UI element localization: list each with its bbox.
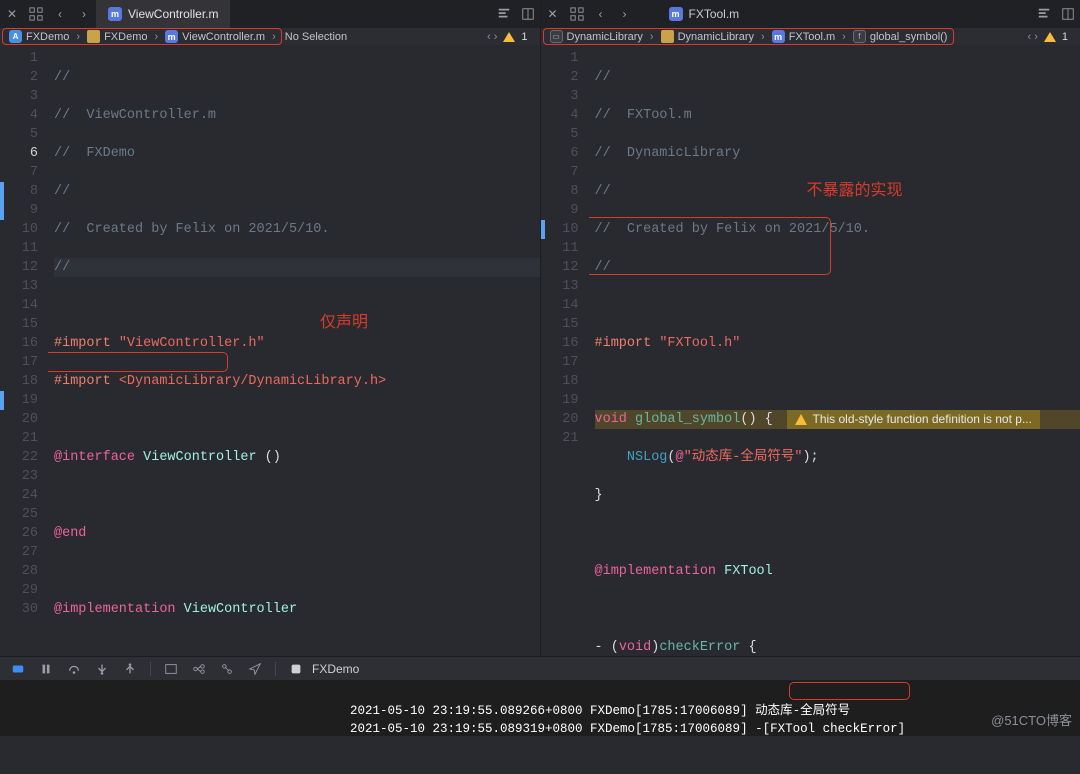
breadcrumb-highlight-box: ▭DynamicLibrary DynamicLibrary mFXTool.m… [543, 28, 955, 45]
breadcrumb-symbol[interactable]: fglobal_symbol() [850, 30, 951, 43]
breadcrumb-project[interactable]: ▭DynamicLibrary [547, 30, 646, 43]
breadcrumb-project[interactable]: AFXDemo [6, 30, 72, 43]
breadcrumb-folder[interactable]: FXDemo [84, 30, 150, 43]
left-tabbar: ✕ ‹ › m ViewController.m [0, 0, 540, 28]
step-out-icon[interactable] [118, 659, 142, 679]
scheme-icon[interactable] [284, 659, 308, 679]
step-over-icon[interactable] [62, 659, 86, 679]
close-tab-icon[interactable]: ✕ [0, 0, 24, 28]
m-file-icon: m [108, 7, 122, 21]
nav-arrows[interactable]: ‹ › [1027, 31, 1043, 43]
left-editor-pane: ✕ ‹ › m ViewController.m AFXDemo FXDemo … [0, 0, 541, 656]
red-highlight-console [789, 682, 910, 700]
minimap-icon[interactable] [492, 0, 516, 28]
red-highlight-global-symbol [48, 352, 228, 372]
inline-warning-right[interactable]: This old-style function definition is no… [787, 410, 1040, 429]
left-editor[interactable]: 1234567891011121314151617181920212223242… [0, 45, 540, 656]
minimap-icon[interactable] [1032, 0, 1056, 28]
related-items-icon[interactable] [565, 0, 589, 28]
memory-graph-icon[interactable] [187, 659, 211, 679]
issue-count: 1 [1056, 31, 1074, 43]
left-tab-active[interactable]: m ViewController.m [96, 0, 230, 28]
env-overrides-icon[interactable] [215, 659, 239, 679]
right-editor[interactable]: 123456789101112131415161718192021 // // … [541, 45, 1080, 656]
red-highlight-global-impl [589, 217, 831, 275]
warning-icon[interactable] [503, 32, 515, 42]
breadcrumb-highlight-box: AFXDemo FXDemo mViewController.m [2, 28, 282, 45]
nav-arrows[interactable]: ‹ › [487, 31, 503, 43]
left-breadcrumb: AFXDemo FXDemo mViewController.m No Sele… [0, 28, 540, 45]
debug-view-icon[interactable] [159, 659, 183, 679]
debug-toolbar: FXDemo [0, 656, 1080, 680]
right-gutter: 123456789101112131415161718192021 [545, 45, 589, 656]
nav-back-icon[interactable]: ‹ [589, 0, 613, 28]
scheme-name[interactable]: FXDemo [312, 662, 359, 676]
tab-title: FXTool.m [689, 7, 740, 21]
breadcrumb-file[interactable]: mFXTool.m [769, 30, 838, 43]
related-items-icon[interactable] [24, 0, 48, 28]
watermark: @51CTO博客 [991, 712, 1072, 730]
tab-title: ViewController.m [128, 7, 218, 21]
location-icon[interactable] [243, 659, 267, 679]
toggle-debug-icon[interactable] [6, 659, 30, 679]
right-editor-pane: ✕ ‹ › m FXTool.m ▭DynamicLibrary Dynamic… [541, 0, 1080, 656]
right-tabbar: ✕ ‹ › m FXTool.m [541, 0, 1080, 28]
breadcrumb-folder[interactable]: DynamicLibrary [658, 30, 757, 43]
adjust-editor-icon[interactable] [516, 0, 540, 28]
nav-forward-icon[interactable]: › [613, 0, 637, 28]
close-tab-icon[interactable]: ✕ [541, 0, 565, 28]
pause-icon[interactable] [34, 659, 58, 679]
m-file-icon: m [669, 7, 683, 21]
right-tab[interactable]: m FXTool.m [657, 0, 752, 28]
nav-back-icon[interactable]: ‹ [48, 0, 72, 28]
left-gutter: 1234567891011121314151617181920212223242… [4, 45, 48, 656]
console-output[interactable]: 2021-05-10 23:19:55.089266+0800 FXDemo[1… [0, 680, 1080, 736]
left-code[interactable]: // // ViewController.m // FXDemo // // C… [48, 45, 540, 656]
red-annotation-right: 不暴露的实现 [807, 181, 903, 200]
red-annotation-left: 仅声明 [320, 313, 368, 332]
nav-forward-icon[interactable]: › [72, 0, 96, 28]
step-into-icon[interactable] [90, 659, 114, 679]
warning-icon[interactable] [1044, 32, 1056, 42]
breadcrumb-selection[interactable]: No Selection [282, 31, 350, 43]
adjust-editor-icon[interactable] [1056, 0, 1080, 28]
issue-count: 1 [515, 31, 533, 43]
warning-icon [795, 414, 807, 425]
breadcrumb-file[interactable]: mViewController.m [162, 30, 268, 43]
right-code[interactable]: // // FXTool.m // DynamicLibrary // // C… [589, 45, 1080, 656]
right-breadcrumb: ▭DynamicLibrary DynamicLibrary mFXTool.m… [541, 28, 1080, 45]
